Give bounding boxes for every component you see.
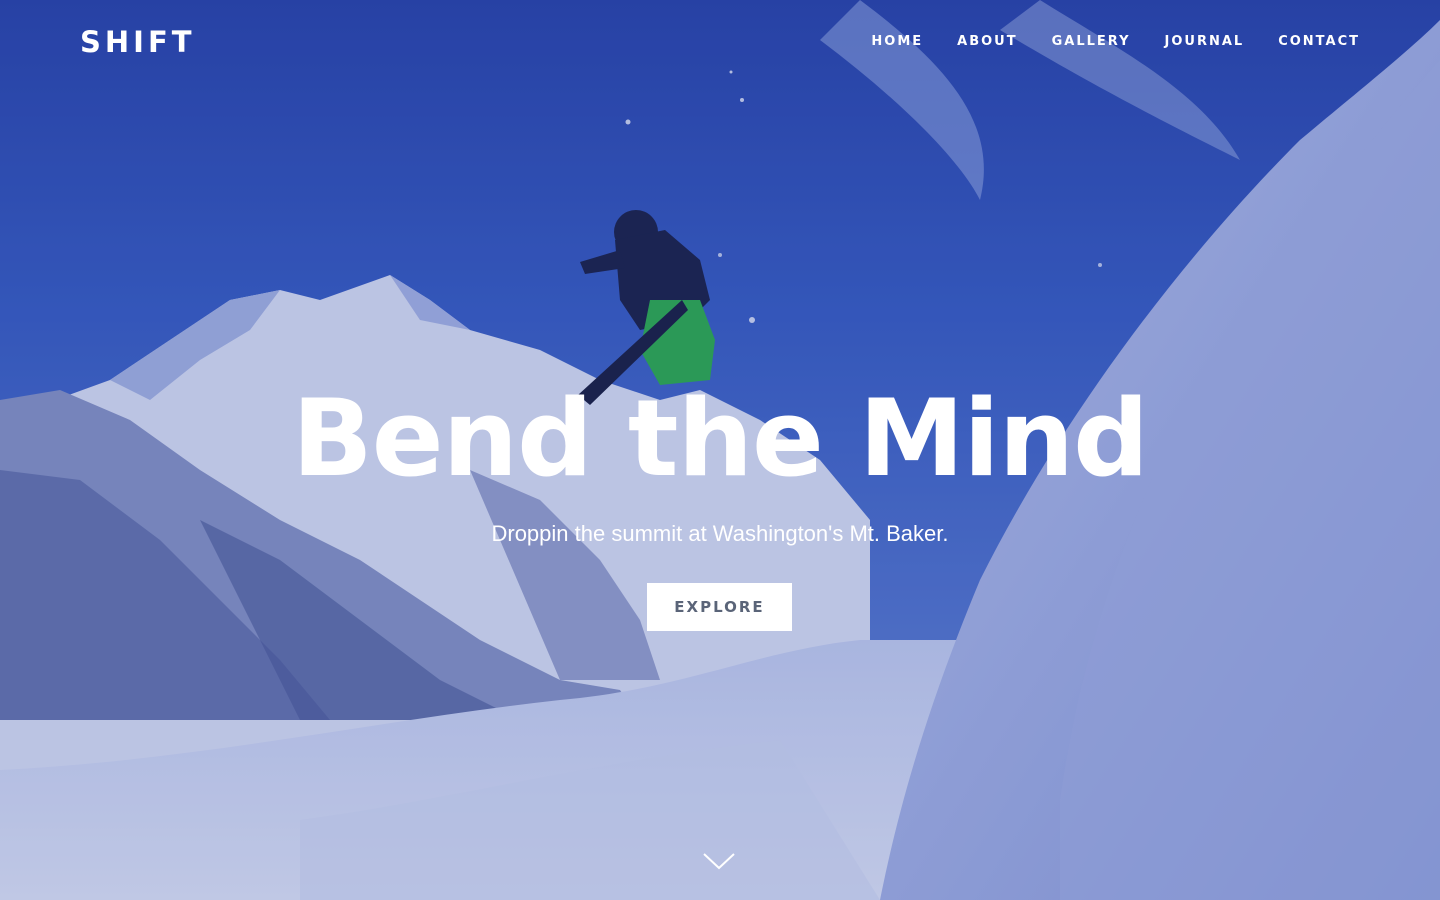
nav-item-gallery[interactable]: GALLERY bbox=[1052, 34, 1131, 49]
main-nav: HOME ABOUT GALLERY JOURNAL CONTACT bbox=[871, 34, 1360, 49]
hero-headline: Bend the Mind bbox=[291, 377, 1149, 500]
nav-item-journal[interactable]: JOURNAL bbox=[1165, 34, 1245, 49]
explore-button[interactable]: EXPLORE bbox=[647, 583, 792, 631]
nav-item-about[interactable]: ABOUT bbox=[957, 34, 1017, 49]
site-header: SHIFT HOME ABOUT GALLERY JOURNAL CONTACT bbox=[0, 0, 1440, 86]
chevron-down-icon[interactable] bbox=[702, 850, 736, 872]
nav-item-contact[interactable]: CONTACT bbox=[1278, 34, 1360, 49]
nav-item-home[interactable]: HOME bbox=[871, 34, 923, 49]
site-logo[interactable]: SHIFT bbox=[80, 25, 196, 59]
hero-subheadline: Droppin the summit at Washington's Mt. B… bbox=[491, 521, 949, 546]
hero-section: SHIFT HOME ABOUT GALLERY JOURNAL CONTACT… bbox=[0, 0, 1440, 900]
